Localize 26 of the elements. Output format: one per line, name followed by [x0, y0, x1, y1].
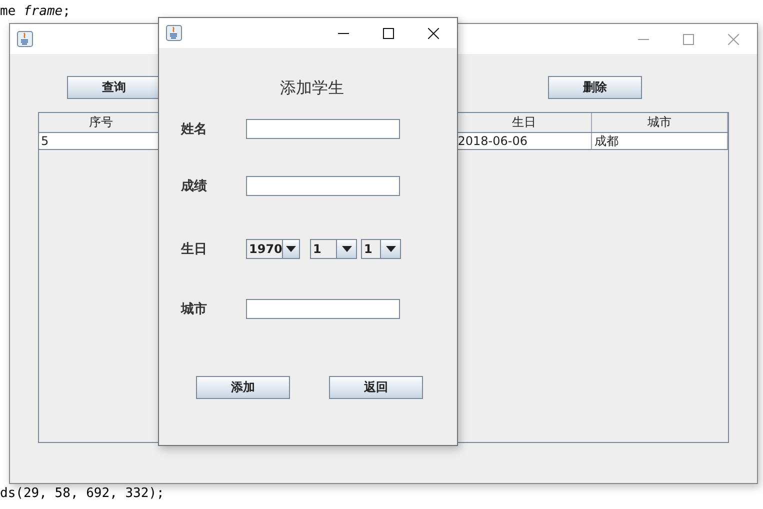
caret-icon	[386, 246, 396, 252]
field-label: 成绩	[181, 178, 208, 195]
toolbar-button[interactable]: 查询	[67, 76, 161, 99]
dropdown[interactable]: 1	[310, 239, 357, 259]
dropdown[interactable]: 1970	[246, 239, 300, 259]
dialog-button[interactable]: 添加	[196, 376, 290, 399]
coffee-cup-icon	[166, 25, 182, 41]
caret-icon	[342, 246, 352, 252]
close-icon[interactable]	[428, 28, 439, 38]
caret-icon	[286, 246, 296, 252]
maximize-icon[interactable]	[383, 28, 394, 38]
code-line: ds(29, 58, 692, 332);	[0, 486, 164, 501]
dialog-button[interactable]: 返回	[329, 376, 423, 399]
input-field[interactable]	[246, 299, 400, 319]
input-field[interactable]	[246, 119, 400, 139]
table-cell: 成都	[592, 133, 728, 149]
coffee-cup-icon	[17, 31, 33, 47]
field-label: 姓名	[181, 121, 208, 138]
dropdown[interactable]: 1	[361, 239, 401, 259]
toolbar-button[interactable]: 删除	[548, 76, 642, 99]
field-label: 城市	[181, 300, 208, 318]
code-line: me frame;	[0, 4, 70, 19]
input-field[interactable]	[246, 176, 400, 196]
column-header[interactable]: 城市	[592, 113, 728, 132]
dialog-heading: 添加学生	[279, 78, 345, 99]
field-label: 生日	[181, 241, 208, 258]
